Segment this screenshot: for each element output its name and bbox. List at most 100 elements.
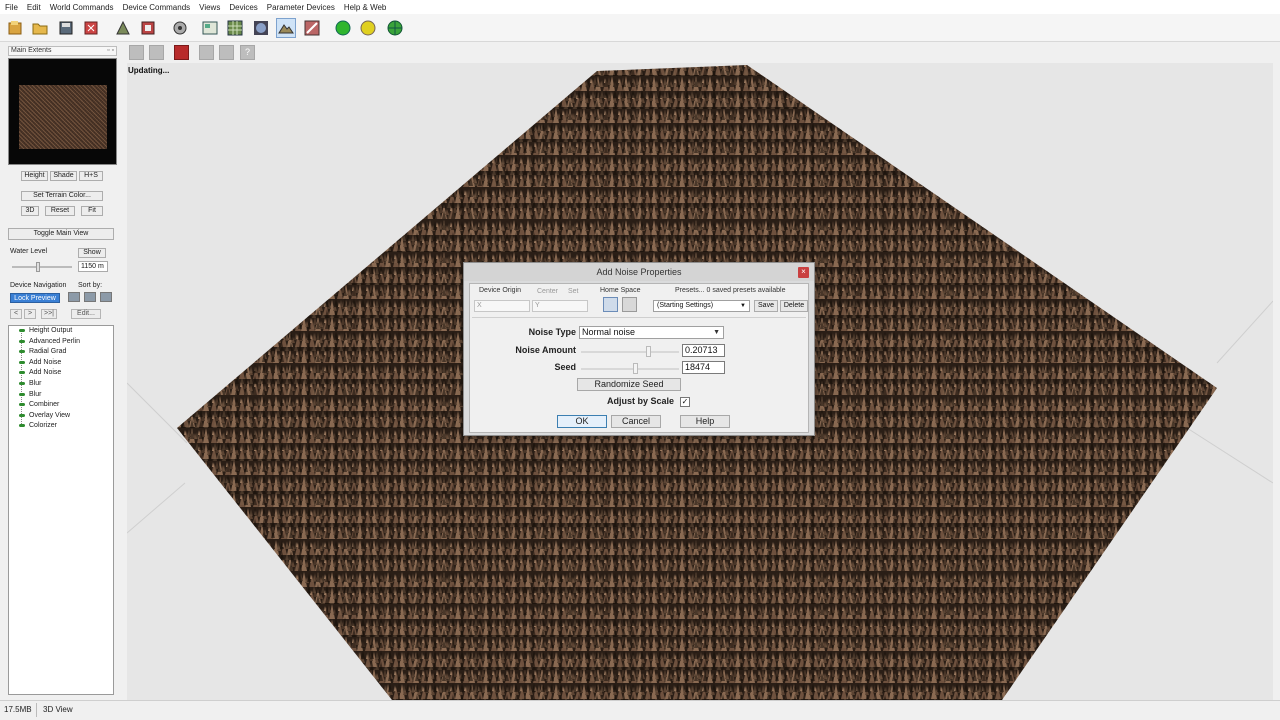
sort-type-icon[interactable]: [100, 292, 112, 302]
settings-icon[interactable]: [81, 18, 101, 38]
tree-item[interactable]: Add Noise: [19, 359, 61, 366]
vp-tool-3-icon[interactable]: [199, 45, 214, 60]
preset-select[interactable]: (Starting Settings) ▼: [653, 300, 750, 312]
menu-views[interactable]: Views: [199, 3, 220, 12]
sort-list-icon[interactable]: [68, 292, 80, 302]
3d-button[interactable]: 3D: [21, 206, 39, 216]
new-icon[interactable]: [5, 18, 25, 38]
device-status-icon: [19, 414, 25, 417]
fit-button[interactable]: Fit: [81, 206, 103, 216]
device-status-icon: [19, 403, 25, 406]
grid-icon[interactable]: [225, 18, 245, 38]
menu-world-commands[interactable]: World Commands: [50, 3, 114, 12]
seed-thumb[interactable]: [633, 363, 638, 374]
set-button[interactable]: Set: [568, 288, 579, 295]
home-space-grid-icon[interactable]: [622, 297, 637, 312]
seed-slider[interactable]: [581, 363, 679, 374]
water-level-thumb[interactable]: [36, 262, 40, 272]
help-button[interactable]: Help: [680, 415, 730, 428]
tree-item[interactable]: Combiner: [19, 401, 59, 408]
randomize-seed-button[interactable]: Randomize Seed: [577, 378, 681, 391]
adjust-by-scale-checkbox[interactable]: ✓: [680, 397, 690, 407]
menu-file[interactable]: File: [5, 3, 18, 12]
menu-help-web[interactable]: Help & Web: [344, 3, 387, 12]
sphere-icon[interactable]: [251, 18, 271, 38]
terrain-view-icon[interactable]: [276, 18, 296, 38]
menu-device-commands[interactable]: Device Commands: [123, 3, 191, 12]
noise-type-select[interactable]: Normal noise ▼: [579, 326, 724, 339]
chevron-down-icon: ▼: [740, 303, 746, 309]
yellow-light-icon[interactable]: [358, 18, 378, 38]
layout-icon[interactable]: [200, 18, 220, 38]
close-icon[interactable]: ×: [798, 267, 809, 278]
reset-button[interactable]: Reset: [45, 206, 75, 216]
open-icon[interactable]: [30, 18, 50, 38]
noise-amount-thumb[interactable]: [646, 346, 651, 357]
tree-item[interactable]: Add Noise: [19, 369, 61, 376]
save-icon[interactable]: [56, 18, 76, 38]
water-show-button[interactable]: Show: [78, 248, 106, 258]
help-icon[interactable]: ?: [240, 45, 255, 60]
edit-device-button[interactable]: Edit...: [71, 309, 101, 319]
device-tree[interactable]: Height Output Advanced Perlin Radial Gra…: [8, 325, 114, 695]
menu-bar: File Edit World Commands Device Commands…: [0, 0, 1280, 14]
tree-item[interactable]: Height Output: [19, 327, 72, 334]
export-icon[interactable]: [138, 18, 158, 38]
tree-item[interactable]: Colorizer: [19, 422, 57, 429]
save-preset-button[interactable]: Save: [754, 300, 778, 312]
nav-last-button[interactable]: >>|: [41, 309, 57, 319]
cancel-button[interactable]: Cancel: [611, 415, 661, 428]
origin-y-input[interactable]: Y: [532, 300, 588, 312]
device-status-icon: [19, 424, 25, 427]
noise-type-label: Noise Type: [528, 327, 576, 337]
menu-edit[interactable]: Edit: [27, 3, 41, 12]
terrain-thumbnail: [19, 85, 107, 149]
tree-item[interactable]: Blur: [19, 391, 41, 398]
home-space-globe-icon[interactable]: [603, 297, 618, 312]
add-noise-dialog: Add Noise Properties × Device Origin Cen…: [463, 262, 815, 436]
globe-icon[interactable]: [385, 18, 405, 38]
nav-prev-button[interactable]: <: [10, 309, 22, 319]
noise-amount-slider[interactable]: [581, 346, 679, 357]
device-origin-label: Device Origin: [479, 287, 522, 294]
chevron-down-icon: ▼: [713, 329, 720, 336]
sort-grid-icon[interactable]: [84, 292, 96, 302]
origin-x-input[interactable]: X: [474, 300, 530, 312]
height-button[interactable]: Height: [21, 171, 48, 181]
water-level-slider[interactable]: [12, 262, 72, 272]
lock-preview-button[interactable]: Lock Preview: [10, 293, 60, 303]
vp-tool-2-icon[interactable]: [149, 45, 164, 60]
dialog-title: Add Noise Properties: [464, 263, 814, 281]
green-light-icon[interactable]: [333, 18, 353, 38]
vp-tool-1-icon[interactable]: [129, 45, 144, 60]
tree-item[interactable]: Overlay View: [19, 412, 70, 419]
water-level-input[interactable]: 1150 m: [78, 261, 108, 272]
seed-input[interactable]: 18474: [682, 361, 725, 374]
nav-next-button[interactable]: >: [24, 309, 36, 319]
home-space-label: Home Space: [600, 287, 641, 294]
menu-parameter-devices[interactable]: Parameter Devices: [267, 3, 335, 12]
render-icon[interactable]: [170, 18, 190, 38]
noise-amount-label: Noise Amount: [515, 345, 576, 355]
memory-status: 17.5MB: [4, 705, 32, 714]
hs-button[interactable]: H+S: [79, 171, 103, 181]
erase-icon[interactable]: [302, 18, 322, 38]
vp-tool-4-icon[interactable]: [219, 45, 234, 60]
menu-devices[interactable]: Devices: [229, 3, 257, 12]
center-button[interactable]: Center: [537, 288, 558, 295]
status-divider: [36, 703, 37, 717]
terrain-preview[interactable]: [8, 58, 117, 165]
tree-item[interactable]: Advanced Perlin: [19, 338, 80, 345]
delete-preset-button[interactable]: Delete: [780, 300, 808, 312]
tree-item[interactable]: Radial Grad: [19, 348, 66, 355]
ok-button[interactable]: OK: [557, 415, 607, 428]
noise-amount-input[interactable]: 0.20713: [682, 344, 725, 357]
tree-item[interactable]: Blur: [19, 380, 41, 387]
panel-controls-icon[interactable]: ▫ ▫: [107, 47, 114, 55]
build-icon[interactable]: [113, 18, 133, 38]
set-terrain-color-button[interactable]: Set Terrain Color...: [21, 191, 103, 201]
shade-button[interactable]: Shade: [50, 171, 77, 181]
stop-render-icon[interactable]: [174, 45, 189, 60]
toggle-main-view-button[interactable]: Toggle Main View: [8, 228, 114, 240]
device-status-icon: [19, 361, 25, 364]
